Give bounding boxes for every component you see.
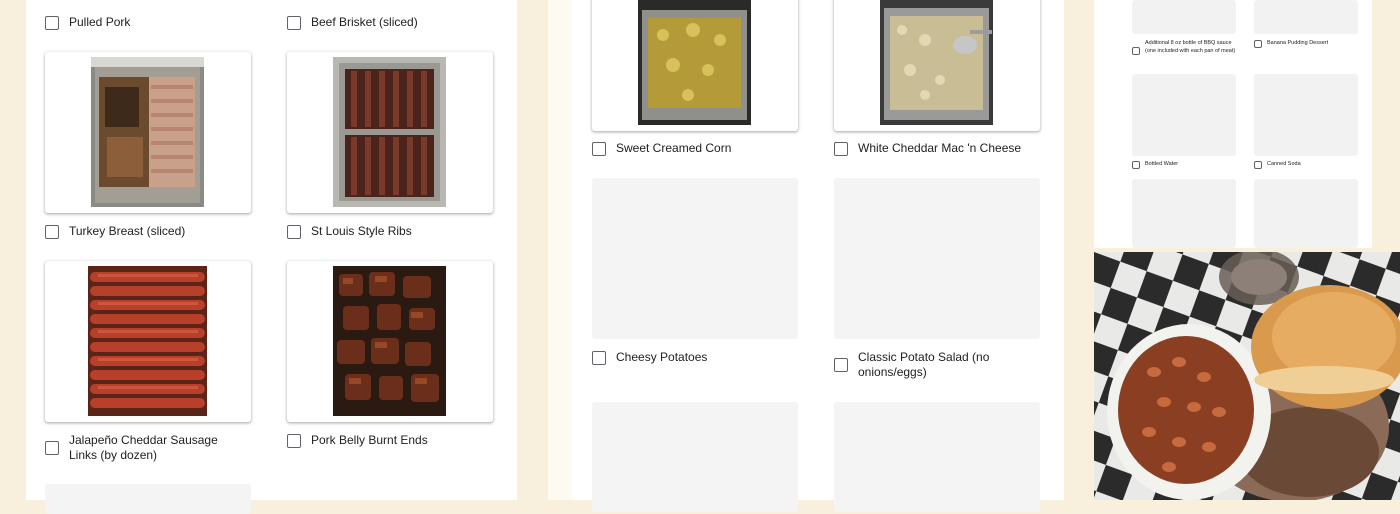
ribs-image-card bbox=[287, 52, 493, 213]
option-label: Canned Soda bbox=[1267, 161, 1301, 167]
creamed-corn-image-card bbox=[592, 0, 798, 131]
turkey-breast-photo bbox=[91, 57, 204, 207]
option-bottled-water[interactable]: Bottled Water bbox=[1132, 161, 1238, 169]
option-label: Turkey Breast (sliced) bbox=[69, 224, 186, 238]
option-banana-pudding[interactable]: Banana Pudding Dessert bbox=[1254, 40, 1360, 48]
option-beef-brisket[interactable]: Beef Brisket (sliced) bbox=[287, 15, 487, 30]
turkey-image-card bbox=[45, 52, 251, 213]
checkbox-icon[interactable] bbox=[834, 142, 848, 156]
checkbox-icon[interactable] bbox=[592, 351, 606, 365]
option-sweet-creamed-corn[interactable]: Sweet Creamed Corn bbox=[592, 141, 792, 156]
checkbox-icon[interactable] bbox=[287, 225, 301, 239]
option-bbq-sauce-bottle[interactable]: Additional 8 oz bottle of BBQ sauce (one… bbox=[1132, 40, 1238, 55]
option-white-cheddar-mac[interactable]: White Cheddar Mac 'n Cheese bbox=[834, 141, 1044, 156]
panel-edge bbox=[548, 0, 572, 500]
option-label: Banana Pudding Dessert bbox=[1267, 40, 1329, 46]
image-placeholder bbox=[1132, 0, 1236, 34]
image-placeholder bbox=[1254, 179, 1358, 248]
sausage-links-photo bbox=[88, 266, 207, 416]
image-placeholder bbox=[1254, 0, 1358, 34]
option-cheesy-potatoes[interactable]: Cheesy Potatoes bbox=[592, 350, 792, 365]
option-label: Beef Brisket (sliced) bbox=[311, 15, 418, 29]
image-placeholder bbox=[592, 402, 798, 512]
option-label: Pulled Pork bbox=[69, 15, 131, 29]
option-jalapeno-sausage[interactable]: Jalapeño Cheddar Sausage Links (by dozen… bbox=[45, 433, 245, 463]
option-pulled-pork[interactable]: Pulled Pork bbox=[45, 15, 245, 30]
image-placeholder bbox=[592, 178, 798, 339]
option-label: Classic Potato Salad (no onions/eggs) bbox=[858, 350, 990, 379]
ribs-photo bbox=[333, 57, 446, 207]
image-placeholder bbox=[1254, 74, 1358, 156]
checkbox-icon[interactable] bbox=[45, 225, 59, 239]
option-label: Additional 8 oz bottle of BBQ sauce (one… bbox=[1145, 40, 1236, 54]
checkbox-icon[interactable] bbox=[1132, 161, 1140, 169]
checkbox-icon[interactable] bbox=[1254, 161, 1262, 169]
checkbox-icon[interactable] bbox=[45, 16, 59, 30]
option-turkey-breast[interactable]: Turkey Breast (sliced) bbox=[45, 224, 245, 239]
image-placeholder bbox=[834, 178, 1040, 339]
bbq-plate-photo bbox=[1094, 252, 1400, 500]
middle-form-panel: Sweet Creamed Corn White Cheddar Mac 'n … bbox=[572, 0, 1064, 512]
burnt-ends-photo bbox=[333, 266, 446, 416]
image-placeholder bbox=[1132, 74, 1236, 156]
form-thumbnail: Additional 8 oz bottle of BBQ sauce (one… bbox=[1094, 0, 1372, 248]
option-st-louis-ribs[interactable]: St Louis Style Ribs bbox=[287, 224, 487, 239]
option-label: White Cheddar Mac 'n Cheese bbox=[858, 141, 1022, 155]
image-placeholder bbox=[1132, 179, 1236, 248]
option-pork-belly-burnt-ends[interactable]: Pork Belly Burnt Ends bbox=[287, 433, 487, 448]
checkbox-icon[interactable] bbox=[834, 358, 848, 372]
option-label: Sweet Creamed Corn bbox=[616, 141, 732, 155]
checkbox-icon[interactable] bbox=[592, 142, 606, 156]
option-canned-soda[interactable]: Canned Soda bbox=[1254, 161, 1360, 169]
checkbox-icon[interactable] bbox=[1132, 47, 1140, 55]
checkbox-icon[interactable] bbox=[287, 434, 301, 448]
option-label: Pork Belly Burnt Ends bbox=[311, 433, 428, 447]
burnt-ends-image-card bbox=[287, 261, 493, 422]
left-form-panel: Pulled Pork Beef Brisket (sliced) Turkey… bbox=[26, 0, 517, 514]
option-label: Cheesy Potatoes bbox=[616, 350, 708, 364]
option-label: St Louis Style Ribs bbox=[311, 224, 412, 238]
option-label: Jalapeño Cheddar Sausage Links (by dozen… bbox=[69, 433, 218, 462]
checkbox-icon[interactable] bbox=[45, 441, 59, 455]
image-placeholder bbox=[45, 484, 251, 514]
sausage-image-card bbox=[45, 261, 251, 422]
mac-cheese-photo bbox=[880, 0, 993, 125]
image-placeholder bbox=[834, 402, 1040, 512]
option-classic-potato-salad[interactable]: Classic Potato Salad (no onions/eggs) bbox=[834, 350, 1004, 380]
mac-cheese-image-card bbox=[834, 0, 1040, 131]
creamed-corn-photo bbox=[638, 0, 751, 125]
option-label: Bottled Water bbox=[1145, 161, 1179, 167]
checkbox-icon[interactable] bbox=[287, 16, 301, 30]
checkbox-icon[interactable] bbox=[1254, 40, 1262, 48]
